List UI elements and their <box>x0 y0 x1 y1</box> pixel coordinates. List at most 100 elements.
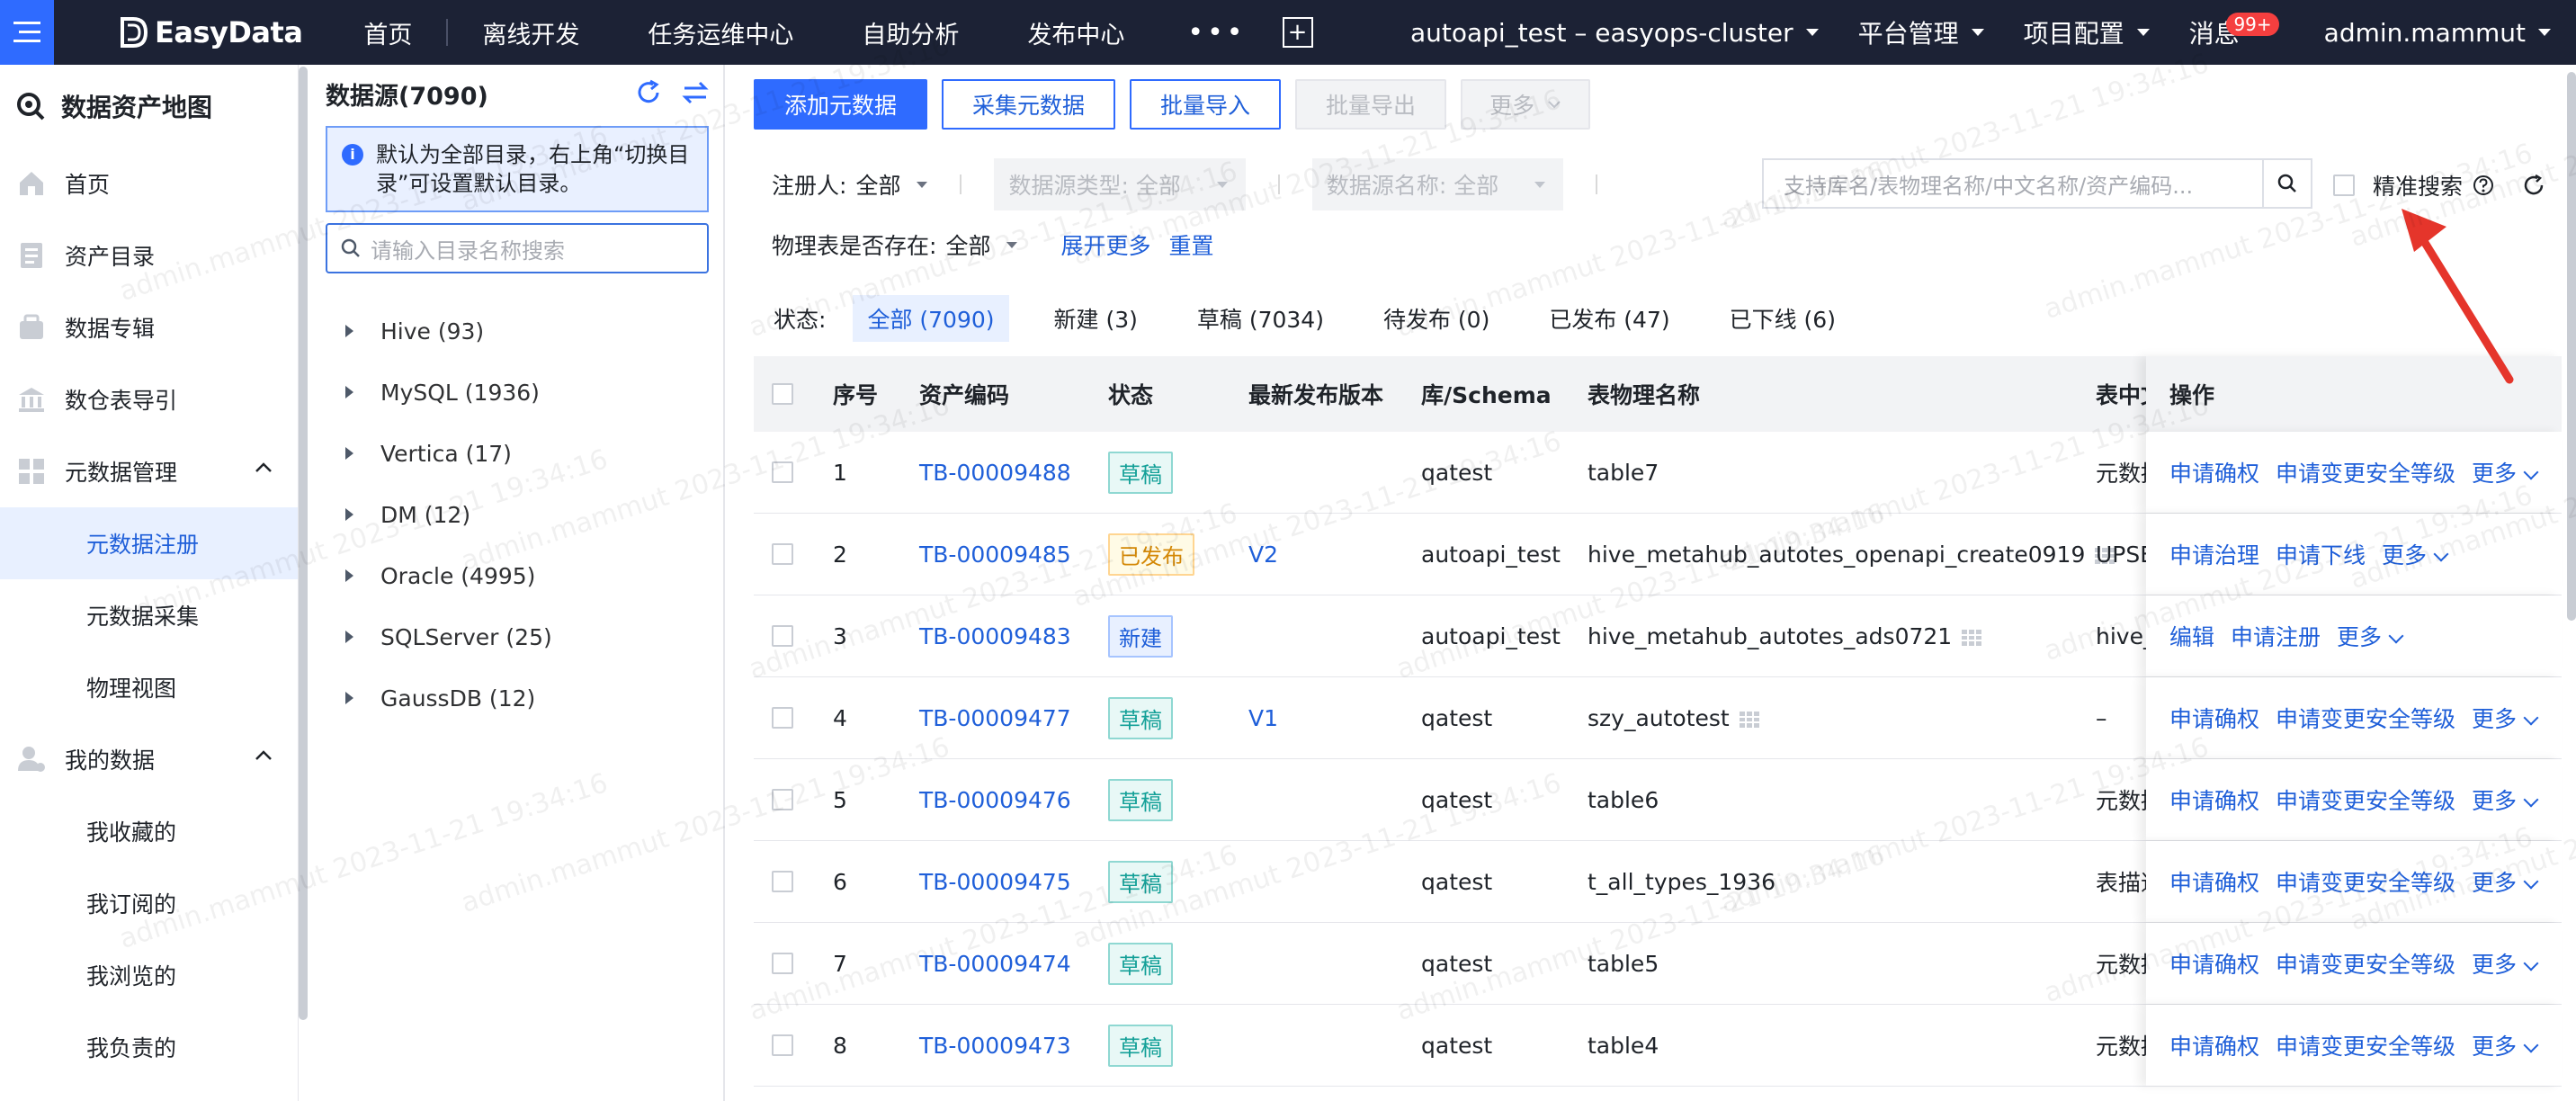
row-action-link[interactable]: 申请确权 <box>2169 947 2259 980</box>
row-action-link[interactable]: 申请变更安全等级 <box>2276 865 2455 898</box>
sidebar-item-warehouse[interactable]: 数仓表导引 <box>0 363 298 435</box>
select-all-checkbox[interactable] <box>772 383 793 405</box>
switch-catalog-icon[interactable] <box>682 79 709 106</box>
row-action-link[interactable]: 申请确权 <box>2169 702 2259 734</box>
table-row[interactable]: 2 TB-00009485 已发布 V2 autoapi_test hive_metahu… <box>754 514 2562 595</box>
batch-export-button[interactable]: 批量导出 <box>1295 79 1447 130</box>
caret-right-icon[interactable] <box>345 325 353 337</box>
nav-task-ops[interactable]: 任务运维中心 <box>613 15 827 50</box>
datasource-type-select[interactable]: 数据源类型: 全部 <box>994 158 1246 210</box>
caret-right-icon[interactable] <box>345 692 353 704</box>
precise-search-checkbox[interactable] <box>2333 175 2355 196</box>
caret-right-icon[interactable] <box>345 386 353 398</box>
refresh-icon[interactable] <box>635 79 662 106</box>
row-action-link[interactable]: 申请下线 <box>2276 538 2366 570</box>
row-more-button[interactable]: 更多 <box>2472 702 2536 734</box>
registrant-filter[interactable]: 注册人: 全部 <box>772 168 928 201</box>
table-row[interactable]: 1 TB-00009488 草稿 qatest table7 元数据 申请确权 申请变更安全等… <box>754 432 2562 514</box>
nav-add-icon[interactable]: + <box>1282 17 1313 48</box>
tree-node-mysql[interactable]: MySQL (1936) <box>311 362 723 423</box>
more-actions-button[interactable]: 更多 <box>1461 79 1591 130</box>
sidebar-item-responsible[interactable]: 我负责的 <box>0 1011 298 1083</box>
tree-node-oracle[interactable]: Oracle (4995) <box>311 545 723 606</box>
sidebar-item-browsed[interactable]: 我浏览的 <box>0 939 298 1011</box>
row-checkbox[interactable] <box>772 707 793 729</box>
status-tab-pending[interactable]: 待发布 (0) <box>1369 295 1504 342</box>
nav-publish-center[interactable]: 发布中心 <box>993 15 1158 50</box>
batch-import-button[interactable]: 批量导入 <box>1130 79 1282 130</box>
messages-menu[interactable]: 消息 99+ <box>2169 13 2304 50</box>
caret-right-icon[interactable] <box>345 447 353 460</box>
sidebar-group-my-data[interactable]: 我的数据 <box>0 723 298 795</box>
row-action-link[interactable]: 申请治理 <box>2169 538 2259 570</box>
sidebar-item-favorites[interactable]: 我收藏的 <box>0 795 298 867</box>
precise-search-toggle[interactable]: 精准搜索 <box>2333 169 2545 201</box>
project-selector[interactable]: autoapi_test – easyops-cluster <box>1391 18 1838 48</box>
caret-right-icon[interactable] <box>345 508 353 521</box>
row-action-link[interactable]: 编辑 <box>2169 620 2214 652</box>
user-menu[interactable]: admin.mammut <box>2304 18 2576 48</box>
brand-logo[interactable]: EasyData <box>121 15 303 49</box>
tree-node-sqlserver[interactable]: SQLServer (25) <box>311 606 723 667</box>
asset-code-link[interactable]: TB-00009485 <box>919 542 1071 568</box>
version-link[interactable]: V1 <box>1248 705 1278 731</box>
sidebar-group-metadata[interactable]: 元数据管理 <box>0 435 298 507</box>
row-checkbox[interactable] <box>772 789 793 810</box>
row-checkbox[interactable] <box>772 543 793 565</box>
sidebar-item-metadata-collect[interactable]: 元数据采集 <box>0 579 298 651</box>
menu-icon[interactable] <box>0 0 54 65</box>
table-row[interactable]: 3 TB-00009483 新建 autoapi_test hive_metahub_a… <box>754 595 2562 677</box>
sidebar-item-home[interactable]: 首页 <box>0 148 298 219</box>
nav-self-analysis[interactable]: 自助分析 <box>827 15 993 50</box>
row-action-link[interactable]: 申请注册 <box>2231 620 2321 652</box>
help-icon[interactable] <box>2472 174 2495 197</box>
status-tab-published[interactable]: 已发布 (47) <box>1534 295 1684 342</box>
row-action-link[interactable]: 申请变更安全等级 <box>2276 783 2455 816</box>
nav-home[interactable]: 首页 <box>329 15 446 50</box>
sidebar-item-catalog[interactable]: 资产目录 <box>0 219 298 291</box>
row-checkbox[interactable] <box>772 953 793 974</box>
table-grid-icon[interactable] <box>1961 629 1982 647</box>
sidebar-item-physical-view[interactable]: 物理视图 <box>0 651 298 723</box>
sidebar-item-subscribed[interactable]: 我订阅的 <box>0 867 298 939</box>
status-tab-new[interactable]: 新建 (3) <box>1040 295 1152 342</box>
row-more-button[interactable]: 更多 <box>2472 1029 2536 1061</box>
row-checkbox[interactable] <box>772 625 793 647</box>
table-exists-value[interactable]: 全部 <box>945 228 990 261</box>
status-tab-draft[interactable]: 草稿 (7034) <box>1183 295 1338 342</box>
reload-icon[interactable] <box>2522 174 2545 197</box>
asset-code-link[interactable]: TB-00009483 <box>919 623 1071 649</box>
table-row[interactable]: 8 TB-00009473 草稿 qatest table4 元数据 申请确权 申请变更安全等… <box>754 1005 2562 1087</box>
row-more-button[interactable]: 更多 <box>2472 456 2536 488</box>
row-action-link[interactable]: 申请确权 <box>2169 783 2259 816</box>
caret-right-icon[interactable] <box>345 569 353 582</box>
row-more-button[interactable]: 更多 <box>2382 538 2446 570</box>
row-more-button[interactable]: 更多 <box>2337 620 2402 652</box>
asset-code-link[interactable]: TB-00009473 <box>919 1033 1071 1059</box>
table-row[interactable]: 4 TB-00009477 草稿 V1 qatest szy_autotest – 申请确权申… <box>754 677 2562 759</box>
project-config-menu[interactable]: 项目配置 <box>2004 14 2169 50</box>
caret-down-icon[interactable] <box>1006 241 1018 248</box>
search-button[interactable] <box>2262 158 2312 209</box>
tree-node-gaussdb[interactable]: GaussDB (12) <box>311 667 723 729</box>
platform-menu[interactable]: 平台管理 <box>1838 14 2004 50</box>
main-scrollbar[interactable] <box>2567 72 2576 621</box>
row-action-link[interactable]: 申请确权 <box>2169 456 2259 488</box>
nav-more-icon[interactable]: ••• <box>1158 17 1264 49</box>
sidebar-item-album[interactable]: 数据专辑 <box>0 291 298 363</box>
table-row[interactable]: 5 TB-00009476 草稿 qatest table6 元数据 申请确权 申请变更安全等… <box>754 759 2562 841</box>
collect-metadata-button[interactable]: 采集元数据 <box>942 79 1116 130</box>
reset-link[interactable]: 重置 <box>1168 228 1213 261</box>
status-tab-all[interactable]: 全部 (7090) <box>853 295 1009 342</box>
expand-more-link[interactable]: 展开更多 <box>1060 228 1150 261</box>
row-action-link[interactable]: 申请变更安全等级 <box>2276 1029 2455 1061</box>
caret-right-icon[interactable] <box>345 631 353 643</box>
row-action-link[interactable]: 申请确权 <box>2169 865 2259 898</box>
tree-node-hive[interactable]: Hive (93) <box>311 300 723 362</box>
nav-offline-dev[interactable]: 离线开发 <box>448 15 613 50</box>
asset-search-input[interactable]: 支持库名/表物理名称/中文名称/资产编码... <box>1762 158 2264 209</box>
catalog-search-input[interactable]: 请输入目录名称搜索 <box>326 223 709 273</box>
row-action-link[interactable]: 申请变更安全等级 <box>2276 702 2455 734</box>
tree-node-vertica[interactable]: Vertica (17) <box>311 423 723 484</box>
table-row[interactable]: 6 TB-00009475 草稿 qatest t_all_types_1936 表描述申… <box>754 841 2562 923</box>
